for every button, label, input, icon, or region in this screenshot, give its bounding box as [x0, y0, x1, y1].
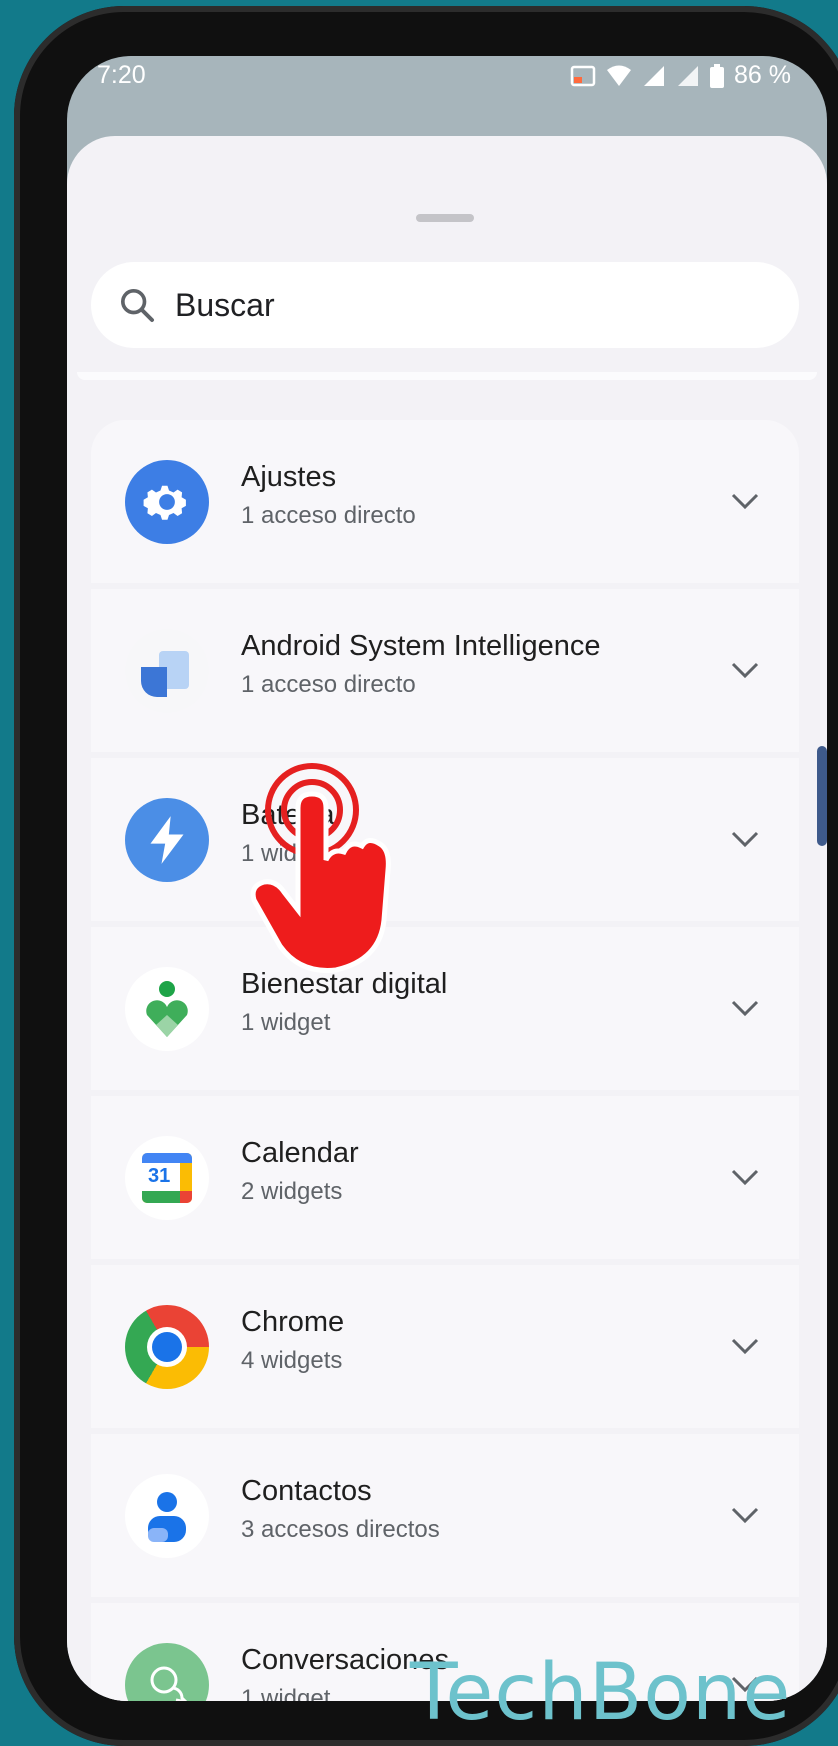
item-title: Chrome	[241, 1306, 345, 1338]
item-title: Calendar	[241, 1137, 359, 1169]
list-item-ajustes[interactable]: Ajustes 1 acceso directo	[91, 420, 799, 583]
status-icons: 86 %	[570, 61, 791, 90]
conversations-icon	[125, 1642, 209, 1701]
item-title: Contactos	[241, 1475, 372, 1507]
list-item-contactos[interactable]: Contactos 3 accesos directos	[91, 1434, 799, 1597]
screen: 7:20 86 % Buscar Ajustes 1 acceso direct…	[67, 56, 827, 1701]
item-subtitle: 4 widgets	[241, 1347, 343, 1374]
item-subtitle: 1 acceso directo	[241, 671, 416, 698]
list-item-bienestar-digital[interactable]: Bienestar digital 1 widget	[91, 927, 799, 1090]
status-bar: 7:20 86 %	[67, 56, 827, 136]
item-title: Android System Intelligence	[241, 630, 601, 662]
list-item-calendar[interactable]: 31 Calendar 2 widgets	[91, 1096, 799, 1259]
cast-icon	[570, 65, 596, 86]
scrollbar[interactable]	[817, 746, 827, 846]
battery-icon	[710, 63, 725, 88]
tap-hand-icon	[250, 763, 391, 973]
bolt-icon	[125, 797, 209, 882]
list-item-android-system-intelligence[interactable]: Android System Intelligence 1 acceso dir…	[91, 589, 799, 752]
battery-percent: 86 %	[734, 61, 791, 89]
chevron-down-icon[interactable]	[727, 652, 763, 688]
drag-handle[interactable]	[416, 214, 474, 222]
chrome-icon	[125, 1304, 209, 1389]
status-time: 7:20	[97, 61, 146, 89]
chevron-down-icon[interactable]	[727, 483, 763, 519]
chevron-down-icon[interactable]	[727, 1159, 763, 1195]
list-item-bateria[interactable]: Batería 1 widget	[91, 758, 799, 921]
contacts-icon	[125, 1473, 209, 1558]
item-subtitle: 1 widget	[241, 1009, 331, 1036]
wellbeing-icon	[125, 966, 209, 1051]
signal-roaming-icon	[678, 65, 699, 86]
chevron-down-icon[interactable]	[727, 990, 763, 1026]
item-subtitle: 1 acceso directo	[241, 502, 416, 529]
android-system-intelligence-icon	[125, 628, 209, 713]
widget-app-list: Ajustes 1 acceso directo Android System …	[91, 420, 799, 1701]
watermark: TechBone	[410, 1648, 792, 1738]
signal-icon	[644, 65, 665, 86]
gear-icon	[125, 459, 209, 544]
item-subtitle: 2 widgets	[241, 1178, 343, 1205]
calendar-day: 31	[148, 1164, 171, 1187]
chevron-down-icon[interactable]	[727, 1328, 763, 1364]
chevron-down-icon[interactable]	[727, 821, 763, 857]
wifi-icon	[607, 65, 632, 86]
search-input[interactable]	[173, 285, 737, 325]
item-subtitle: 3 accesos directos	[241, 1516, 440, 1543]
search-icon	[120, 289, 154, 322]
item-title: Ajustes	[241, 461, 337, 493]
calendar-icon: 31	[125, 1135, 209, 1220]
list-item-chrome[interactable]: Chrome 4 widgets	[91, 1265, 799, 1428]
search-bar[interactable]	[91, 262, 799, 348]
phone-frame: 7:20 86 % Buscar Ajustes 1 acceso direct…	[14, 6, 838, 1746]
chevron-down-icon[interactable]	[727, 1497, 763, 1533]
widget-picker-sheet: Ajustes 1 acceso directo Android System …	[67, 136, 827, 1701]
section-divider	[77, 372, 817, 380]
